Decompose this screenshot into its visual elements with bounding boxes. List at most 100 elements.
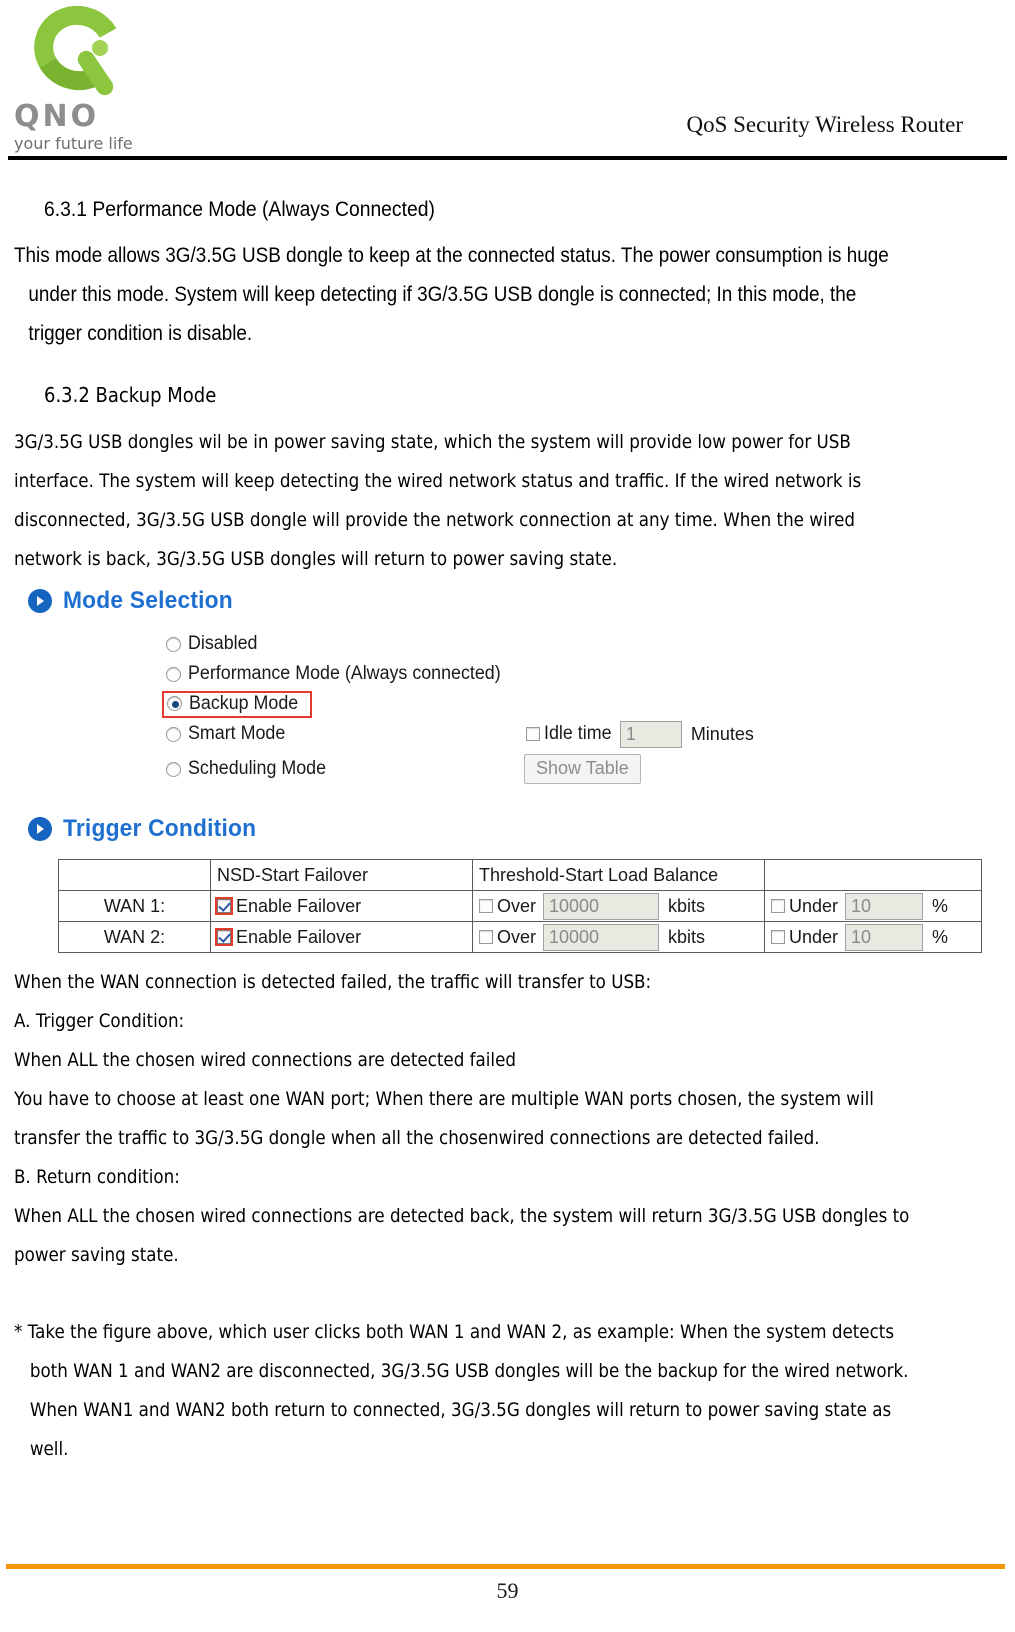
table-header-cell [58, 859, 211, 891]
wan1-under-input[interactable]: 10 [845, 892, 924, 920]
radio-icon-disabled[interactable] [166, 636, 181, 652]
wan1-over-input[interactable]: 10000 [543, 892, 660, 920]
arrow-circle-icon [28, 589, 52, 613]
wan2-over-unit: kbits [668, 926, 706, 947]
wan2-failover-cell: Enable Failover [210, 921, 473, 953]
logo-ring-shape [24, 0, 132, 101]
text-line: disconnected, 3G/3.5G USB dongle will pr… [14, 509, 856, 531]
wan1-under-unit: % [932, 895, 949, 916]
heading-6-3-2: 6.3.2 Backup Mode [44, 383, 217, 407]
trigger-condition-header: Trigger Condition [28, 815, 997, 843]
trigger-condition-table: NSD-Start Failover Threshold-Start Load … [58, 859, 982, 953]
document-title: QoS Security Wireless Router [686, 112, 963, 137]
text-line: * Take the figure above, which user clic… [14, 1321, 895, 1343]
radio-icon-performance[interactable] [166, 666, 181, 682]
text-line: network is back, 3G/3.5G USB dongles wil… [14, 548, 618, 570]
table-header-cell [764, 859, 982, 891]
mode-option-label: Backup Mode [189, 692, 299, 714]
mode-selection-header: Mode Selection [28, 587, 997, 615]
wan1-under-checkbox[interactable] [771, 899, 785, 913]
text-line: When the WAN connection is detected fail… [14, 971, 652, 993]
wan1-under-cell: Under 10 % [764, 890, 982, 922]
idle-time-input[interactable]: 1 [619, 720, 682, 748]
text-line: When ALL the chosen wired connections ar… [14, 1205, 910, 1227]
text-line: This mode allows 3G/3.5G USB dongle to k… [14, 244, 889, 267]
wan1-enable-failover-checkbox[interactable] [215, 897, 233, 915]
page-number: 59 [496, 1578, 519, 1603]
wan2-enable-failover-label: Enable Failover [236, 926, 362, 947]
radio-icon-backup[interactable] [167, 696, 182, 711]
heading-6-3-1: 6.3.1 Performance Mode (Always Connected… [44, 198, 435, 221]
idle-time-label: Idle time [544, 723, 612, 744]
wan2-under-label: Under [789, 926, 839, 947]
mode-option-label: Performance Mode (Always connected) [188, 663, 501, 684]
paragraph-6-3-1: This mode allows 3G/3.5G USB dongle to k… [14, 236, 996, 353]
wan2-under-cell: Under 10 % [764, 921, 982, 953]
mode-option-smart[interactable]: Smart Mode Idle time 1 Minutes [166, 719, 997, 749]
wan2-under-input[interactable]: 10 [845, 923, 924, 951]
wan1-under-label: Under [789, 895, 839, 916]
wan1-label: WAN 1: [58, 890, 211, 922]
backup-mode-highlight: Backup Mode [162, 690, 313, 718]
radio-icon-scheduling[interactable] [166, 761, 181, 777]
text-line: interface. The system will keep detectin… [14, 470, 862, 492]
wan1-over-label: Over [497, 895, 537, 916]
text-line: trigger condition is disable. [28, 322, 253, 345]
text-line: transfer the traffic to 3G/3.5G dongle w… [14, 1127, 820, 1149]
footer-divider [6, 1564, 1005, 1569]
wan1-threshold-cell: Over 10000 kbits [472, 890, 765, 922]
mode-option-backup[interactable]: Backup Mode [162, 689, 997, 719]
text-line: B. Return condition: [14, 1166, 180, 1188]
idle-time-checkbox[interactable] [526, 727, 540, 741]
wan2-threshold-cell: Over 10000 kbits [472, 921, 765, 953]
wan2-enable-failover-checkbox[interactable] [215, 928, 233, 946]
text-line: When WAN1 and WAN2 both return to connec… [29, 1399, 892, 1421]
arrow-circle-icon [28, 817, 52, 841]
logo-wordmark: QNO [14, 99, 100, 134]
show-table-button[interactable]: Show Table [524, 754, 641, 784]
mode-selection-title: Mode Selection [63, 587, 233, 614]
mode-option-label: Disabled [188, 633, 258, 654]
router-ui-screenshot: Mode Selection Disabled Performance Mode… [14, 587, 997, 953]
mode-option-performance[interactable]: Performance Mode (Always connected) [166, 659, 997, 689]
text-line: 3G/3.5G USB dongles wil be in power savi… [14, 431, 851, 453]
mode-option-label: Smart Mode [188, 723, 286, 744]
page-footer: 59 [0, 1540, 1015, 1632]
table-header-cell: NSD-Start Failover [210, 859, 473, 891]
text-line: You have to choose at least one WAN port… [14, 1088, 874, 1110]
text-line: under this mode. System will keep detect… [28, 283, 857, 306]
qno-logo: QNO your future life [12, 0, 162, 154]
wan2-label: WAN 2: [58, 921, 211, 953]
mode-option-label: Scheduling Mode [188, 758, 327, 779]
wan1-enable-failover-label: Enable Failover [236, 895, 362, 916]
paragraph-6-3-2: 3G/3.5G USB dongles wil be in power savi… [14, 423, 991, 579]
mode-option-disabled[interactable]: Disabled [166, 629, 997, 659]
wan2-under-checkbox[interactable] [771, 930, 785, 944]
table-row: WAN 2: Enable Failover Over 10000 kbits [58, 921, 982, 953]
document-content: 6.3.1 Performance Mode (Always Connected… [0, 198, 1015, 1469]
text-line: well. [29, 1438, 69, 1460]
trigger-condition-title: Trigger Condition [63, 815, 257, 842]
radio-icon-smart[interactable] [166, 726, 181, 742]
idle-time-unit: Minutes [690, 723, 754, 744]
wan2-over-checkbox[interactable] [479, 930, 493, 944]
mode-selection-options: Disabled Performance Mode (Always connec… [162, 629, 997, 789]
wan2-over-input[interactable]: 10000 [543, 923, 660, 951]
text-line: both WAN 1 and WAN2 are disconnected, 3G… [29, 1360, 909, 1382]
logo-tagline: your future life [14, 134, 133, 153]
table-header-cell: Threshold-Start Load Balance [472, 859, 765, 891]
wan2-under-unit: % [932, 926, 949, 947]
text-line: When ALL the chosen wired connections ar… [14, 1049, 516, 1071]
wan1-over-unit: kbits [668, 895, 706, 916]
mode-option-scheduling[interactable]: Scheduling Mode Show Table [166, 749, 997, 789]
body-text-block: When the WAN connection is detected fail… [14, 963, 991, 1275]
qno-q-logo-icon [24, 0, 138, 101]
text-line: A. Trigger Condition: [14, 1010, 185, 1032]
text-line: power saving state. [14, 1244, 179, 1266]
wan1-over-checkbox[interactable] [479, 899, 493, 913]
page-header: QNO your future life QoS Security Wirele… [0, 0, 1015, 160]
wan1-failover-cell: Enable Failover [210, 890, 473, 922]
wan2-over-label: Over [497, 926, 537, 947]
logo-dot-shape [92, 40, 108, 56]
table-row: WAN 1: Enable Failover Over 10000 kbits [58, 890, 982, 922]
